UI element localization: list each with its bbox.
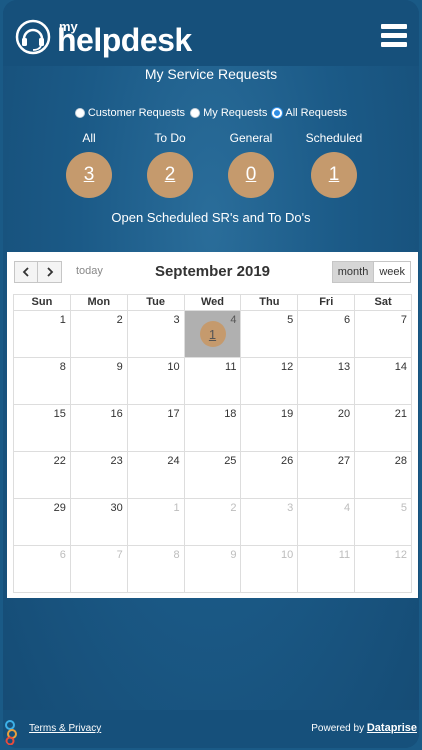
stat-general: General 0: [216, 130, 286, 198]
powered-by: Powered by Dataprise: [311, 722, 417, 734]
calendar-day[interactable]: 18: [185, 405, 242, 451]
calendar-day[interactable]: 7: [355, 311, 411, 357]
dow-label: Tue: [128, 295, 185, 310]
calendar-week: 29 30 1 2 3 4 5: [13, 498, 412, 545]
app-frame: my helpdesk My Service Requests Customer…: [3, 0, 419, 748]
dow-label: Wed: [185, 295, 242, 310]
calendar-day-next-month[interactable]: 7: [71, 546, 128, 592]
calendar-day-next-month[interactable]: 2: [185, 499, 242, 545]
dow-label: Sun: [14, 295, 71, 310]
calendar-day[interactable]: 21: [355, 405, 411, 451]
stat-label: All: [82, 131, 96, 145]
calendar-day[interactable]: 3: [128, 311, 185, 357]
filter-my-requests[interactable]: My Requests: [190, 107, 267, 119]
calendar-day[interactable]: 9: [71, 358, 128, 404]
calendar-day[interactable]: 24: [128, 452, 185, 498]
calendar-day-next-month[interactable]: 9: [185, 546, 242, 592]
calendar-day-next-month[interactable]: 6: [14, 546, 71, 592]
app-header: my helpdesk: [3, 0, 419, 66]
radio-unchecked-icon[interactable]: [190, 108, 201, 118]
calendar-day[interactable]: 22: [14, 452, 71, 498]
week-view-button[interactable]: week: [374, 261, 411, 283]
calendar-day[interactable]: 12: [241, 358, 299, 404]
stat-count-link[interactable]: 0: [228, 152, 274, 198]
calendar-subtitle: Open Scheduled SR's and To Do's: [111, 210, 311, 225]
stat-count-link[interactable]: 3: [66, 152, 112, 198]
calendar-day[interactable]: 23: [71, 452, 128, 498]
calendar-week: 6 7 8 9 10 11 12: [13, 545, 412, 593]
month-view-button[interactable]: month: [331, 261, 375, 283]
calendar-day[interactable]: 5: [241, 311, 299, 357]
calendar-day[interactable]: 15: [14, 405, 71, 451]
dataprise-link[interactable]: Dataprise: [367, 722, 417, 734]
calendar-day-next-month[interactable]: 3: [241, 499, 299, 545]
calendar-week: 8 9 10 11 12 13 14: [13, 357, 412, 404]
request-filter: Customer Requests My Requests All Reques…: [3, 107, 419, 121]
calendar-day-next-month[interactable]: 1: [128, 499, 185, 545]
calendar-day[interactable]: 28: [355, 452, 411, 498]
stat-scheduled: Scheduled 1: [299, 130, 369, 198]
calendar-day[interactable]: 14: [355, 358, 411, 404]
brand-name: helpdesk: [57, 22, 192, 58]
calendar-day[interactable]: 10: [128, 358, 185, 404]
radio-unchecked-icon[interactable]: [74, 108, 85, 118]
headset-logo-icon[interactable]: [15, 19, 51, 55]
calendar-day[interactable]: 8: [14, 358, 71, 404]
calendar-day[interactable]: 11: [185, 358, 242, 404]
calendar-day[interactable]: 13: [298, 358, 356, 404]
stat-label: General: [229, 131, 273, 145]
dow-label: Thu: [241, 295, 299, 310]
filter-customer-requests[interactable]: Customer Requests: [74, 107, 185, 119]
calendar-day-next-month[interactable]: 8: [128, 546, 185, 592]
calendar-day[interactable]: 17: [128, 405, 185, 451]
calendar-day[interactable]: 30: [71, 499, 128, 545]
calendar-day[interactable]: 6: [298, 311, 356, 357]
calendar-day[interactable]: 16: [71, 405, 128, 451]
calendar-week: 15 16 17 18 19 20 21: [13, 404, 412, 451]
calendar-day[interactable]: 29: [14, 499, 71, 545]
hamburger-menu-icon[interactable]: [381, 24, 407, 48]
calendar-day-next-month[interactable]: 12: [355, 546, 411, 592]
calendar-day-next-month[interactable]: 5: [355, 499, 411, 545]
calendar-day-next-month[interactable]: 11: [298, 546, 356, 592]
stat-count-link[interactable]: 1: [311, 152, 357, 198]
view-switcher: month week: [331, 261, 411, 283]
app-footer: Terms & Privacy Powered by Dataprise: [3, 710, 419, 748]
calendar-day[interactable]: 25: [185, 452, 242, 498]
stat-label: Scheduled: [305, 131, 363, 145]
calendar-day[interactable]: 19: [241, 405, 299, 451]
dow-label: Mon: [71, 295, 128, 310]
calendar-day[interactable]: 27: [298, 452, 356, 498]
calendar-grid: Sun Mon Tue Wed Thu Fri Sat 1 2 3 4 1 5 …: [13, 294, 412, 593]
stat-to-do: To Do 2: [135, 130, 205, 198]
calendar-week: 22 23 24 25 26 27 28: [13, 451, 412, 498]
day-number: 4: [230, 314, 237, 326]
calendar-day[interactable]: 26: [241, 452, 299, 498]
event-count-link[interactable]: 1: [199, 321, 226, 347]
dow-label: Fri: [298, 295, 356, 310]
stat-all: All 3: [54, 130, 124, 198]
dow-label: Sat: [374, 296, 392, 308]
filter-all-requests[interactable]: All Requests: [272, 107, 347, 119]
stat-count-link[interactable]: 2: [147, 152, 193, 198]
calendar-day[interactable]: 2: [71, 311, 128, 357]
day-of-week-header: Sun Mon Tue Wed Thu Fri Sat: [13, 294, 412, 310]
calendar-day[interactable]: 1: [14, 311, 71, 357]
dataprise-logo-icon: [5, 720, 17, 745]
radio-checked-icon[interactable]: [272, 108, 283, 118]
calendar-day-next-month[interactable]: 10: [241, 546, 299, 592]
calendar-day-today[interactable]: 4 1: [184, 311, 242, 357]
calendar-day[interactable]: 20: [298, 405, 356, 451]
calendar-week: 1 2 3 4 1 5 6 7: [13, 310, 412, 357]
calendar: today September 2019 month week Sun Mon …: [7, 252, 418, 598]
powered-by-label: Powered by: [311, 723, 365, 734]
stat-label: To Do: [154, 131, 186, 145]
page-title: My Service Requests: [144, 66, 278, 82]
calendar-toolbar: today September 2019 month week: [13, 260, 412, 292]
calendar-day-next-month[interactable]: 4: [298, 499, 356, 545]
terms-privacy-link[interactable]: Terms & Privacy: [29, 723, 101, 734]
